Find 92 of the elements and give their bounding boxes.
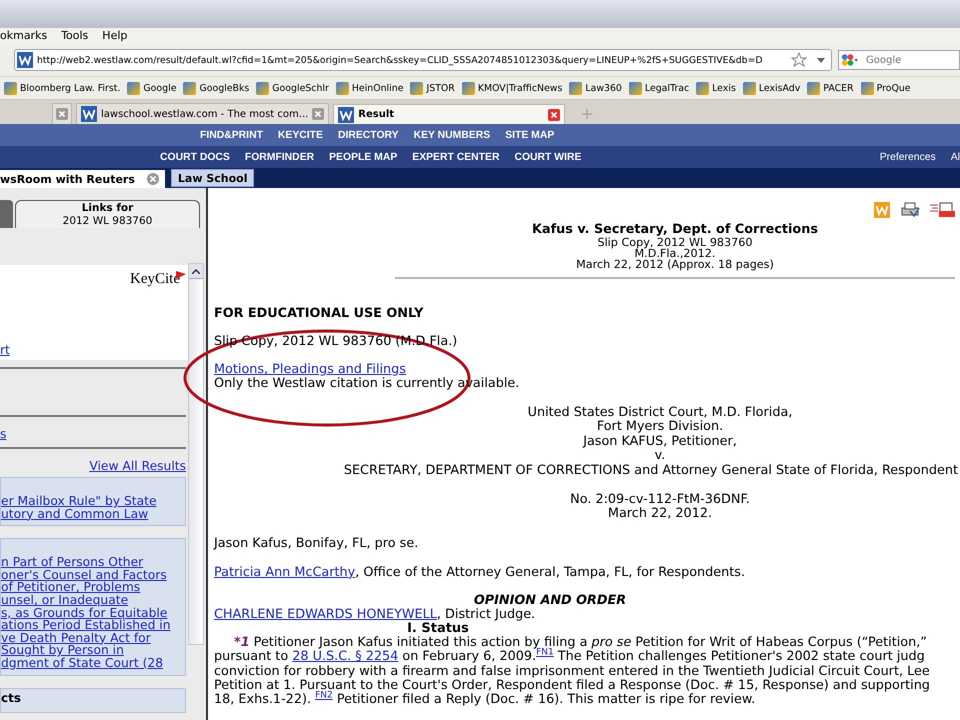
pdf-icon[interactable] <box>930 202 956 218</box>
site-tab[interactable]: Law School <box>170 169 254 187</box>
document-title: Kafus v. Secretary, Dept. of Corrections <box>531 222 819 237</box>
nav-link[interactable]: EXPERT CENTER <box>412 152 500 162</box>
browser-tab[interactable]: lawschool.westlaw.com - The most com... <box>76 103 330 124</box>
site-tab[interactable]: wsRoom with Reuters <box>0 170 165 188</box>
w-logo-icon <box>81 106 97 122</box>
counsel-text: Patricia Ann McCarthy, Office of the Attorney General, Tampa, FL, for Respondents. <box>214 564 746 580</box>
nav-link[interactable]: DIRECTORY <box>338 130 399 140</box>
bookmark-link[interactable]: Lexis <box>696 82 736 94</box>
result-link[interactable]: unsel, or Inadequate <box>1 594 185 607</box>
section-heading: cts <box>1 692 22 704</box>
result-link[interactable]: ations Period Established in <box>1 619 185 632</box>
printer-icon[interactable] <box>900 202 920 218</box>
footnote-link[interactable]: FN1 <box>536 648 554 658</box>
caption-text: Fort Myers Division. <box>596 419 724 434</box>
bookmark-link[interactable]: ProQue <box>860 82 911 94</box>
nav-link[interactable]: FORMFINDER <box>244 152 314 162</box>
sidebar-tab[interactable]: Links for 2012 WL 983760 <box>15 200 200 228</box>
result-link[interactable]: n Part of Persons Other <box>1 556 185 569</box>
w-logo-icon <box>338 106 354 122</box>
result-link[interactable]: of Petitioner, Problems <box>1 581 185 594</box>
browser-tab[interactable]: Result <box>333 104 566 124</box>
citation-text: M.D.Fla.,2012. <box>634 248 716 259</box>
docket-text: No. 2:09-cv-112-FtM-36DNF. <box>570 492 750 508</box>
bookmark-link[interactable]: Bloomberg Law. First. <box>4 82 120 94</box>
menu-item[interactable]: okmarks <box>0 28 48 42</box>
result-link[interactable]: dgment of State Court (28 <box>1 656 185 670</box>
result-link[interactable]: oner's Counsel and Factors <box>1 568 185 582</box>
view-all-link[interactable]: View All Results <box>89 459 186 473</box>
bookmark-link[interactable]: GoogleBks <box>183 82 250 94</box>
url-text: http://web2.westlaw.com/result/default.wl?cfid=1&mt=205&origin=Search&sskey=CLID_SSSA2074851012303&query=LINEUP+%2fS+SUGGESTIVE&db=D <box>37 54 764 66</box>
bookmark-link[interactable]: HeinOnline <box>336 82 404 94</box>
caption-text: Jason KAFUS, Petitioner, <box>583 434 737 449</box>
caret-icon[interactable] <box>817 58 825 62</box>
judge-text: CHARLENE EDWARDS HONEYWELL, District Judge. <box>214 606 536 622</box>
caption-text: United States District Court, M.D. Florida, <box>528 405 792 420</box>
paragraph-line: conviction for robbery with a firearm and false imprisonment entered in the Twentieth Judicial Circuit Court, Lee <box>214 664 930 679</box>
citation-text: March 22, 2012 (Approx. 18 pages) <box>575 259 775 270</box>
bookmark-link[interactable]: Google <box>127 82 176 94</box>
nav-link[interactable]: KEY NUMBERS <box>414 130 490 140</box>
text-link[interactable]: 28 U.S.C. § 2254 <box>292 649 398 664</box>
bookmark-link[interactable]: LexisAdv <box>742 82 800 94</box>
text-link[interactable]: CHARLENE EDWARDS HONEYWELL <box>214 606 437 622</box>
opinion-heading: OPINION AND ORDER <box>474 592 626 608</box>
nav-link[interactable]: COURT WIRE <box>514 152 582 162</box>
keycite-logo: KeyCite <box>130 271 186 288</box>
filings-link[interactable]: Motions, Pleadings and Filings <box>214 362 406 377</box>
bookmark-link[interactable]: GoogleSchlr <box>256 82 329 94</box>
result-link[interactable]: s, as Grounds for Equitable <box>1 606 185 620</box>
nav-link[interactable]: COURT DOCS <box>160 152 230 162</box>
nav-link[interactable]: Al <box>950 152 960 162</box>
counsel-text: Jason Kafus, Bonifay, FL, pro se. <box>214 536 418 551</box>
close-icon[interactable] <box>312 108 324 120</box>
close-icon[interactable] <box>56 108 68 120</box>
close-icon[interactable] <box>548 108 560 120</box>
menu-item[interactable]: Help <box>102 28 128 42</box>
result-link[interactable]: Sought by Person in <box>1 644 185 657</box>
scroll-up-icon[interactable] <box>189 264 203 279</box>
docket-text: March 22, 2012. <box>608 506 712 522</box>
bookmark-link[interactable]: JSTOR <box>410 82 455 94</box>
result-link[interactable]: ve Death Penalty Act for <box>1 632 185 644</box>
text-link[interactable]: rt <box>0 343 10 357</box>
text-link[interactable]: s <box>0 427 188 441</box>
menu-item[interactable]: Tools <box>61 28 88 42</box>
browser-tab[interactable] <box>52 103 72 124</box>
bookmark-link[interactable]: LegalTrac <box>628 82 690 94</box>
nav-link[interactable]: Preferences <box>880 152 936 162</box>
nav-link[interactable]: PEOPLE MAP <box>329 152 398 162</box>
bookmark-link[interactable]: PACER <box>807 82 854 94</box>
result-link[interactable]: utory and Common Law <box>1 508 185 520</box>
address-field[interactable]: http://web2.westlaw.com/result/default.wl?cfid=1&mt=205&origin=Search&sskey=CLID_SSSA2074851012303&query=LINEUP+%2fS+SUGGESTIVE&db=D <box>14 49 832 71</box>
notice-text: FOR EDUCATIONAL USE ONLY <box>214 306 424 322</box>
nav-link[interactable]: KEYCITE <box>278 130 323 140</box>
w-logo-icon <box>17 52 33 68</box>
star-icon[interactable] <box>791 52 807 68</box>
scrollbar[interactable] <box>188 263 204 645</box>
result-link[interactable]: er Mailbox Rule" by State <box>1 495 185 508</box>
text-link[interactable]: Patricia Ann McCarthy <box>214 564 356 580</box>
page-marker[interactable]: *1 <box>234 634 250 650</box>
paragraph-line: pursuant to 28 U.S.C. § 2254 on February 6, 2009.$^{FN1}$ The Petition challenges Petitioner's 2002 state court judg <box>214 649 925 664</box>
bookmark-link[interactable]: KMOV|TrafficNews <box>462 82 562 94</box>
bookmark-link[interactable]: Law360 <box>569 82 622 94</box>
w-logo-icon[interactable] <box>874 202 890 218</box>
nav-link[interactable]: SITE MAP <box>505 130 554 140</box>
close-icon[interactable] <box>146 173 159 185</box>
caption-text: SECRETARY, DEPARTMENT OF CORRECTIONS and Attorney General State of Florida, Respondent <box>344 462 958 478</box>
nav-link[interactable]: FIND&PRINT <box>200 130 263 140</box>
section-heading: I. Status <box>407 620 469 636</box>
caption-text: v. <box>654 448 666 464</box>
citation-text: Slip Copy, 2012 WL 983760 <box>596 237 754 248</box>
new-tab-icon[interactable] <box>581 108 594 120</box>
